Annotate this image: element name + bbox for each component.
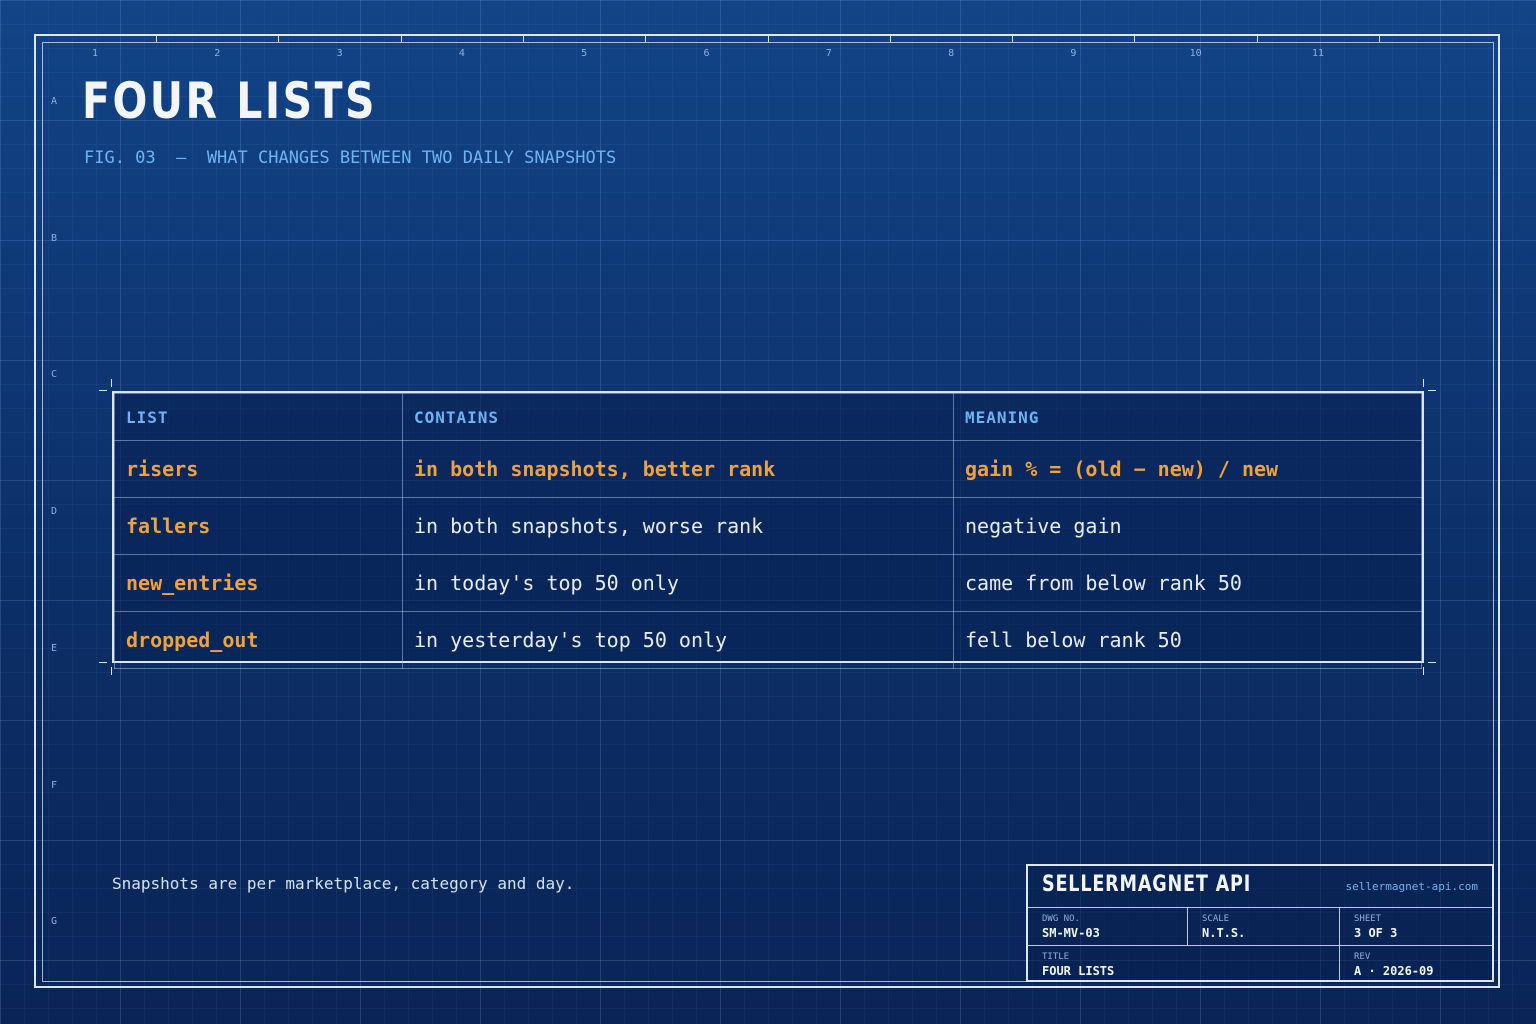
column-number: 2 [214, 48, 221, 59]
row-letter: G [50, 916, 58, 928]
table-corner-mark [1423, 379, 1424, 387]
column-number: 8 [948, 48, 955, 59]
column-number: 11 [1311, 48, 1325, 59]
table-row-dropped-out: dropped_out in yesterday's top 50 only f… [114, 611, 1422, 669]
row-letter: B [50, 232, 58, 244]
table-corner-mark [99, 662, 107, 663]
column-number: 4 [458, 48, 465, 59]
meaning-cell: gain % = (old − new) / new [953, 440, 1422, 498]
row-letter: D [50, 506, 58, 518]
figure-caption: FIG. 03 — WHAT CHANGES BETWEEN TWO DAILY… [84, 148, 617, 168]
table-row-risers: risers in both snapshots, better rank ga… [114, 440, 1422, 498]
brand-name: SELLERMAGNET API [1042, 872, 1252, 897]
contains-cell: in both snapshots, worse rank [402, 497, 954, 555]
table-row-new-entries: new_entries in today's top 50 only came … [114, 554, 1422, 612]
ruler-tick [1134, 36, 1136, 42]
title-block-divider [1028, 907, 1492, 908]
ruler-tick [767, 36, 769, 42]
four-lists-table: LIST CONTAINS MEANING risers in both sna… [112, 391, 1424, 669]
title-block-divider [1187, 907, 1188, 945]
title-block: SELLERMAGNET API sellermagnet-api.com DW… [1026, 864, 1494, 982]
list-name-cell: dropped_out [114, 611, 403, 669]
scale-value: N.T.S. [1202, 926, 1246, 940]
column-header-meaning: MEANING [953, 393, 1422, 441]
dwg-no-value: SM-MV-03 [1042, 926, 1100, 940]
meaning-cell: negative gain [953, 497, 1422, 555]
sheet-label: SHEET [1354, 914, 1382, 924]
table-corner-mark [1428, 390, 1436, 391]
column-number: 7 [825, 48, 832, 59]
row-letter: F [50, 779, 58, 791]
table-header-row: LIST CONTAINS MEANING [114, 393, 1422, 441]
rev-label: REV [1354, 952, 1371, 962]
scale-label: SCALE [1202, 914, 1230, 924]
meaning-cell: fell below rank 50 [953, 611, 1422, 669]
footnote: Snapshots are per marketplace, category … [112, 874, 575, 893]
row-letter: A [50, 96, 58, 107]
row-letter: C [50, 369, 58, 381]
title-block-divider [1339, 907, 1340, 982]
title-value: FOUR LISTS [1042, 964, 1115, 978]
page-title: FOUR LISTS [82, 72, 378, 130]
column-number: 3 [336, 48, 343, 59]
contains-cell: in yesterday's top 50 only [402, 611, 954, 669]
column-number: 6 [703, 48, 710, 59]
dwg-no-label: DWG NO. [1042, 914, 1080, 924]
ruler-tick [1012, 36, 1014, 42]
title-label: TITLE [1042, 952, 1070, 962]
title-block-divider [1028, 945, 1492, 946]
list-name-cell: fallers [114, 497, 403, 555]
column-number: 9 [1070, 48, 1077, 59]
column-number: 1 [91, 48, 99, 59]
column-header-contains: CONTAINS [402, 393, 954, 441]
column-header-list: LIST [114, 393, 403, 441]
sheet-value: 3 OF 3 [1354, 926, 1398, 940]
ruler-tick [1256, 36, 1258, 42]
list-name-cell: risers [114, 440, 403, 498]
brand-url: sellermagnet-api.com [1345, 880, 1478, 893]
ruler-tick [522, 36, 524, 42]
table-corner-mark [111, 667, 112, 675]
ruler-tick [889, 36, 891, 42]
table-corner-mark [1423, 667, 1424, 675]
column-number: 10 [1189, 48, 1202, 59]
table-corner-mark [1428, 662, 1436, 663]
ruler-tick [1379, 36, 1380, 42]
contains-cell: in both snapshots, better rank [402, 440, 954, 498]
ruler-tick [156, 36, 157, 42]
row-letter: E [50, 642, 58, 654]
contains-cell: in today's top 50 only [402, 554, 954, 612]
meaning-cell: came from below rank 50 [953, 554, 1422, 612]
column-number: 5 [581, 48, 588, 59]
ruler-tick [400, 36, 402, 42]
ruler-tick [278, 36, 280, 42]
rev-value: A · 2026-09 [1354, 964, 1434, 978]
table-row-fallers: fallers in both snapshots, worse rank ne… [114, 497, 1422, 555]
table-corner-mark [99, 390, 107, 391]
ruler-tick [645, 36, 647, 42]
table-corner-mark [111, 379, 112, 387]
list-name-cell: new_entries [114, 554, 403, 612]
